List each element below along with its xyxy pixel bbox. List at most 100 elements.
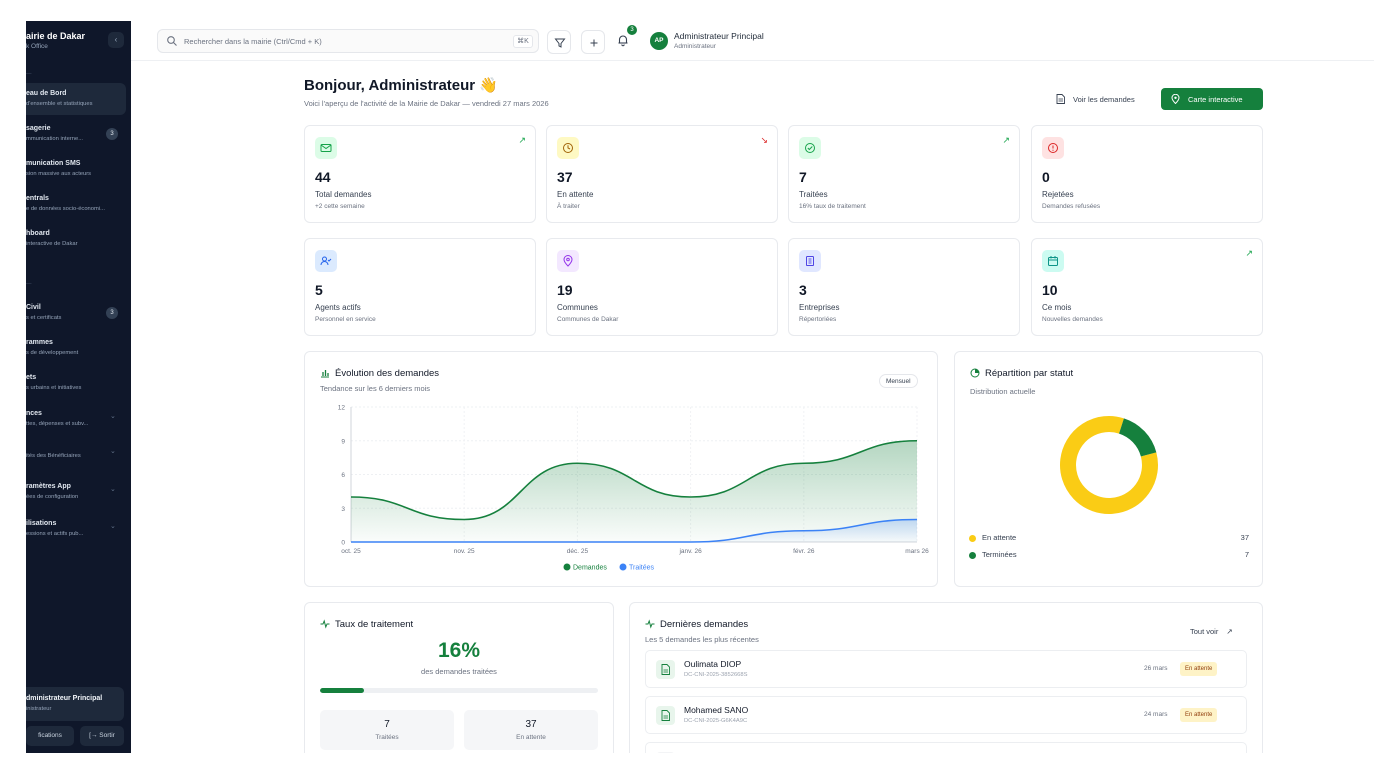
stat-subtitle: Demandes refusées — [1042, 203, 1101, 210]
sidebar-item-projects[interactable]: ets s urbains et initiatives — [26, 367, 126, 399]
y-tick-label: 12 — [338, 405, 346, 412]
see-all-link[interactable]: Tout voir ↗ — [1190, 627, 1233, 636]
processing-rate-value: 16% — [437, 639, 481, 662]
sidebar-user-name: dministrateur Principal — [26, 695, 103, 702]
add-button[interactable] — [581, 30, 605, 54]
request-date: 26 mars — [1144, 665, 1168, 672]
stat-card[interactable]: ↘ 37 En attente À traiter — [546, 125, 778, 223]
view-requests-button[interactable]: Voir les demandes — [1046, 88, 1153, 110]
x-tick-label: déc. 25 — [567, 548, 589, 555]
user-check-icon — [320, 256, 332, 266]
sidebar-user-card[interactable]: dministrateur Principal inistrateur — [26, 687, 124, 721]
sidebar-item-title: hboard — [26, 230, 50, 237]
avatar[interactable]: AP — [650, 32, 668, 50]
donut-slice-done — [1118, 418, 1157, 457]
legend-label: Terminées — [982, 550, 1017, 559]
sidebar-item-title: munication SMS — [26, 160, 81, 167]
request-date: 24 mars — [1144, 711, 1168, 718]
notifications-button[interactable]: fications — [26, 726, 74, 746]
chevron-down-icon: ⌄ — [110, 523, 116, 530]
sidebar-item-subtitle: s urbains et initiatives — [26, 385, 82, 391]
sidebar-section-label: — — [26, 71, 32, 77]
sidebar-item-data[interactable]: entrals e de données socio-économi... — [26, 188, 126, 220]
trend-arrow-icon: ↘ — [760, 135, 768, 145]
stat-card[interactable]: 0 Rejetées Demandes refusées — [1031, 125, 1263, 223]
legend-row-pending: En attente 37 — [969, 533, 1249, 545]
see-all-label: Tout voir — [1190, 627, 1219, 636]
sidebar-item-sms[interactable]: munication SMS sion massive aux acteurs — [26, 153, 126, 185]
sidebar-user-role: inistrateur — [26, 706, 52, 712]
map-pin-icon — [1171, 94, 1180, 104]
sidebar-item-title: ramètres App — [26, 483, 71, 490]
y-tick-label: 9 — [341, 438, 345, 445]
stat-value: 10 — [1042, 282, 1058, 298]
stat-value: 19 — [557, 282, 573, 298]
sidebar-item-title: ets — [26, 374, 37, 381]
sidebar-item-subtitle: d'ensemble et statistiques — [26, 101, 93, 107]
sidebar-item-messaging[interactable]: sagerie mmunication interne... 3 — [26, 118, 126, 150]
list-item[interactable]: Mohamed SANO DC-CNI-2025-G6K4A9C 24 mars En… — [645, 696, 1247, 734]
file-icon — [656, 752, 675, 753]
sidebar-item-finances[interactable]: nces ttes, dépenses et subv... ⌄ — [26, 403, 126, 435]
list-item[interactable] — [645, 742, 1247, 753]
pending-label: En attente — [516, 734, 546, 741]
bell-icon[interactable] — [616, 33, 630, 47]
interactive-map-button[interactable]: Carte interactive — [1161, 88, 1263, 110]
topbar-user-name[interactable]: Administrateur Principal — [674, 31, 764, 41]
sidebar-item-title: eau de Bord — [26, 90, 67, 97]
sidebar-item-dashboard[interactable]: eau de Bord d'ensemble et statistiques — [26, 83, 126, 115]
topbar: ⌘K 3 AP Administrateur Principal Adminis… — [131, 21, 1374, 61]
stat-icon-box — [557, 137, 579, 159]
document-icon — [656, 706, 675, 725]
stat-icon-box — [799, 250, 821, 272]
chevron-left-icon[interactable]: ‹ — [108, 32, 124, 48]
stat-subtitle: À traiter — [557, 203, 580, 210]
sidebar-item-settings[interactable]: ramètres App ées de configuration ⌄ — [26, 476, 126, 508]
sidebar-section-label: — — [26, 281, 32, 287]
building-icon — [806, 256, 814, 266]
sidebar-item-beneficiaries[interactable]: ités des Bénéficiaires ⌄ — [26, 443, 126, 475]
search-input[interactable] — [184, 34, 494, 49]
page-title: Bonjour, Administrateur 👋 — [304, 77, 498, 94]
logout-button[interactable]: [→ Sortir — [80, 726, 124, 746]
sidebar-item-programs[interactable]: rammes s de développement — [26, 332, 126, 364]
latest-requests-subtitle: Les 5 demandes les plus récentes — [645, 635, 759, 644]
x-tick-label: janv. 26 — [678, 548, 702, 555]
page-subtitle: Voici l'aperçu de l'activité de la Mairi… — [304, 99, 549, 108]
stat-value: 3 — [799, 282, 807, 298]
legend-value: 37 — [1240, 533, 1249, 542]
search-box[interactable]: ⌘K — [157, 29, 539, 53]
x-tick-label: oct. 25 — [341, 548, 361, 555]
legend-dot — [969, 552, 976, 559]
y-tick-label: 6 — [341, 472, 345, 479]
chevron-down-icon: ⌄ — [110, 486, 116, 493]
stat-card[interactable]: 5 Agents actifs Personnel en service — [304, 238, 536, 336]
stat-value: 7 — [799, 169, 807, 185]
stat-label: Entreprises — [799, 303, 840, 312]
stat-icon-box — [315, 137, 337, 159]
stat-card[interactable]: ↗ 10 Ce mois Nouvelles demandes — [1031, 238, 1263, 336]
stat-card[interactable]: 19 Communes Communes de Dakar — [546, 238, 778, 336]
sidebar-item-subtitle: essions et actifs pub... — [26, 531, 84, 537]
sidebar-item-title: Civil — [26, 304, 41, 311]
stat-label: Traitées — [799, 190, 828, 199]
sidebar-item-map-dashboard[interactable]: hboard interactive de Dakar — [26, 223, 126, 255]
list-item[interactable]: Oulimata DIOP DC-CNI-2025-3852668S 26 mars… — [645, 650, 1247, 688]
requester-name: Oulimata DIOP — [684, 659, 742, 669]
treated-count-box: 7 Traitées — [320, 710, 454, 750]
sidebar-item-civil[interactable]: Civil s et certificats 3 — [26, 297, 126, 329]
legend-value: 7 — [1244, 550, 1249, 559]
filter-button[interactable] — [547, 30, 571, 54]
legend-dot — [969, 535, 976, 542]
sidebar-item-subtitle: s de développement — [26, 350, 79, 356]
stat-icon-box — [557, 250, 579, 272]
stat-icon-box — [1042, 250, 1064, 272]
calendar-icon — [1048, 256, 1058, 266]
stat-card[interactable]: ↗ 44 Total demandes +2 cette semaine — [304, 125, 536, 223]
processing-rate-card: Taux de traitement 16% des demandes trai… — [304, 602, 614, 753]
stat-card[interactable]: 3 Entreprises Répertoriées — [788, 238, 1020, 336]
sidebar-item-usages[interactable]: ilisations essions et actifs pub... ⌄ — [26, 513, 126, 545]
treated-value: 7 — [384, 719, 390, 730]
topbar-user-role: Administrateur — [674, 43, 716, 50]
stat-card[interactable]: ↗ 7 Traitées 16% taux de traitement — [788, 125, 1020, 223]
